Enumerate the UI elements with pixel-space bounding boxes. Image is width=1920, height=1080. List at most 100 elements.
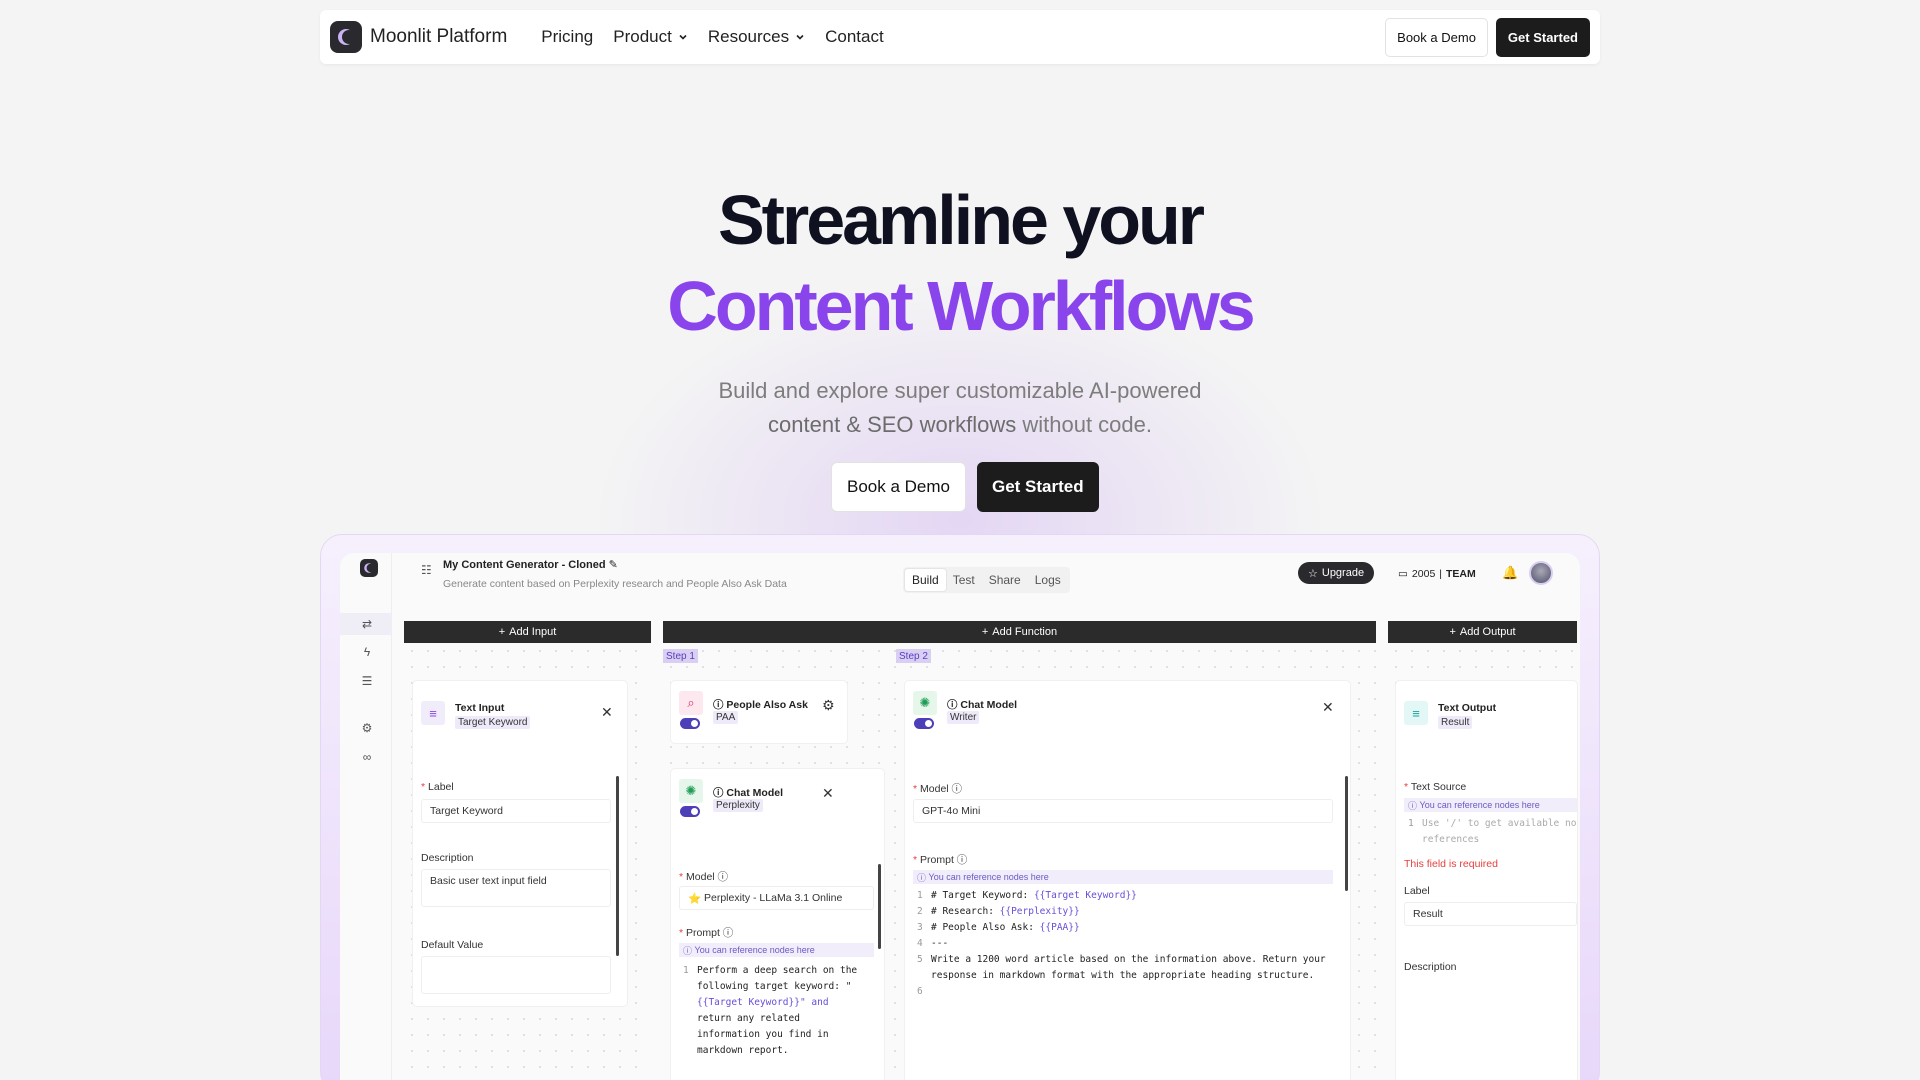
chat2-title: ⓘ Chat Model (947, 699, 1018, 711)
search-icon: ⌕ (679, 691, 703, 715)
step-2-badge: Step 2 (896, 649, 931, 663)
chat2-title-text: Chat Model (960, 699, 1018, 711)
chat2-hint: ⓘ You can reference nodes here (913, 870, 1333, 884)
output-label-input[interactable]: Result (1404, 902, 1577, 926)
upgrade-label: Upgrade (1321, 567, 1365, 579)
people-also-ask-node[interactable]: ⌕ ⓘ People Also Ask PAA ⚙ (671, 681, 847, 743)
avatar[interactable] (1529, 561, 1553, 585)
workflow-icon[interactable]: ⇄ (360, 617, 374, 631)
app-sidebar: ⇄ ϟ ☰ ⚙ ∞ (340, 553, 392, 1080)
step-1-badge: Step 1 (663, 649, 698, 663)
hero-get-started-button[interactable]: Get Started (977, 462, 1099, 512)
paa-tag[interactable]: PAA (713, 711, 739, 724)
chat-model-writer-node[interactable]: ✺ ⓘ Chat Model Writer ✕ * Model ⓘ GPT-4o… (905, 681, 1350, 1080)
description-textarea[interactable]: Basic user text input field (421, 869, 611, 907)
chat1-prompt-line: {{Target Keyword}}" and (697, 997, 829, 1008)
text-output-hint-text: You can reference nodes here (1419, 800, 1540, 810)
nav-link-contact[interactable]: Contact (825, 27, 884, 47)
text-source-label-text: Text Source (1410, 781, 1467, 793)
scrollbar[interactable] (878, 864, 881, 949)
chat1-title: ⓘ Chat Model (713, 787, 784, 799)
chat1-tag[interactable]: Perplexity (713, 799, 763, 812)
gear-icon[interactable]: ⚙ (822, 697, 835, 714)
chat2-hint-text: You can reference nodes here (928, 872, 1049, 882)
add-function-button[interactable]: + Add Function (663, 621, 1376, 643)
chat2-prompt-line3b: {{PAA}} (1039, 922, 1080, 933)
text-lines-icon: ≡ (421, 701, 445, 725)
star-icon: ☆ (1308, 567, 1318, 580)
bolt-icon[interactable]: ϟ (360, 645, 374, 659)
app-tabs: Build Test Share Logs (903, 567, 1070, 593)
plus-icon: + (981, 626, 989, 638)
tab-share[interactable]: Share (982, 569, 1028, 591)
app-logo-icon[interactable] (360, 559, 378, 577)
chat2-prompt-editor[interactable]: 1 # Target Keyword: {{Target Keyword}} 2 #… (917, 888, 1337, 1000)
chevron-down-icon (796, 34, 804, 40)
hero-subtitle: Build and explore super customizable AI-… (0, 374, 1920, 442)
scrollbar[interactable] (1345, 776, 1348, 891)
hero-book-demo-button[interactable]: Book a Demo (831, 462, 966, 512)
text-output-hint: ⓘ You can reference nodes here (1404, 798, 1577, 812)
text-source-editor[interactable]: 1 Use '/' to get available no references (1408, 816, 1577, 848)
hero-subtitle-rest: without code. (1016, 412, 1152, 437)
database-icon[interactable]: ☰ (360, 674, 374, 688)
text-source-placeholder-a: Use '/' to get available no (1422, 818, 1577, 829)
brand-name[interactable]: Moonlit Platform (370, 26, 507, 48)
chat1-model-label-text: Model (686, 871, 715, 883)
tab-logs[interactable]: Logs (1028, 569, 1068, 591)
nav-link-resources-label: Resources (707, 27, 790, 46)
chat1-prompt-line: return any related (697, 1013, 800, 1024)
nav-book-demo-button[interactable]: Book a Demo (1385, 17, 1488, 57)
text-input-node[interactable]: ≡ Text Input Target Keyword ✕ * Label Ta… (413, 681, 627, 1006)
chat1-prompt-label-text: Prompt (686, 927, 720, 939)
chat2-model-select[interactable]: GPT-4o Mini (913, 799, 1333, 823)
chat1-toggle[interactable] (680, 806, 700, 817)
scrollbar[interactable] (616, 776, 619, 956)
nav-link-pricing[interactable]: Pricing (541, 27, 593, 47)
chat2-toggle[interactable] (914, 718, 934, 729)
app-preview: ⇄ ϟ ☰ ⚙ ∞ ☷ My Content Generator - Clone… (340, 553, 1580, 1080)
upgrade-button[interactable]: ☆ Upgrade (1298, 562, 1375, 584)
chat1-model-select[interactable]: ⭐ Perplexity - LLaMa 3.1 Online (679, 886, 874, 910)
top-navbar: Moonlit Platform Pricing Product Resourc… (320, 10, 1600, 64)
edit-icon[interactable]: ✎ (609, 559, 618, 571)
chat-model-perplexity-node[interactable]: ✺ ⓘ Chat Model Perplexity ✕ * Model ⓘ ⭐ … (671, 769, 884, 1080)
add-input-button[interactable]: + Add Input (404, 621, 651, 643)
close-icon[interactable]: ✕ (822, 785, 834, 802)
perplexity-icon: ⭐ (688, 892, 704, 905)
tab-build[interactable]: Build (905, 569, 946, 591)
default-value-textarea[interactable] (421, 956, 611, 994)
close-icon[interactable]: ✕ (1322, 699, 1334, 716)
bell-icon[interactable]: 🔔 (1502, 565, 1518, 581)
chat2-prompt-line5b: response in markdown format with the app… (931, 970, 1315, 981)
close-icon[interactable]: ✕ (601, 704, 613, 721)
credits-badge: ▭ 2005 | TEAM (1398, 568, 1476, 580)
nav-link-product[interactable]: Product (613, 27, 688, 47)
chat2-prompt-line2b: {{Perplexity}} (999, 906, 1080, 917)
moonlit-logo-icon[interactable] (330, 21, 362, 53)
add-output-label: Add Output (1459, 626, 1516, 638)
paa-toggle[interactable] (680, 718, 700, 729)
text-output-title: Text Output (1438, 702, 1497, 714)
text-output-tag[interactable]: Result (1438, 716, 1473, 729)
text-output-node[interactable]: ≡ Text Output Result * Text Source ⓘ You… (1396, 681, 1577, 1080)
chat2-model-label: * Model ⓘ (913, 783, 963, 795)
label-input[interactable]: Target Keyword (421, 799, 611, 823)
link-icon[interactable]: ∞ (360, 750, 374, 764)
chat1-model-value: Perplexity - LLaMa 3.1 Online (704, 892, 843, 904)
settings-icon[interactable]: ⚙ (360, 721, 374, 735)
add-output-button[interactable]: + Add Output (1388, 621, 1577, 643)
nav-get-started-button[interactable]: Get Started (1495, 17, 1590, 57)
openai-icon: ✺ (679, 779, 703, 803)
tab-test[interactable]: Test (946, 569, 982, 591)
chevron-down-icon (679, 34, 687, 40)
hero-title-line1: Streamline your (717, 181, 1205, 259)
openai-icon: ✺ (913, 691, 937, 715)
hero-subtitle-line1: Build and explore super customizable AI-… (718, 378, 1202, 403)
app-workflow-title[interactable]: My Content Generator - Cloned ✎ (443, 558, 618, 571)
sidebar-toggle-icon[interactable]: ☷ (421, 563, 432, 577)
chat2-tag[interactable]: Writer (947, 711, 980, 724)
nav-link-resources[interactable]: Resources (708, 27, 805, 47)
chat1-prompt-editor[interactable]: 1 Perform a deep search on the following … (683, 963, 868, 1059)
text-input-tag[interactable]: Target Keyword (455, 716, 531, 729)
